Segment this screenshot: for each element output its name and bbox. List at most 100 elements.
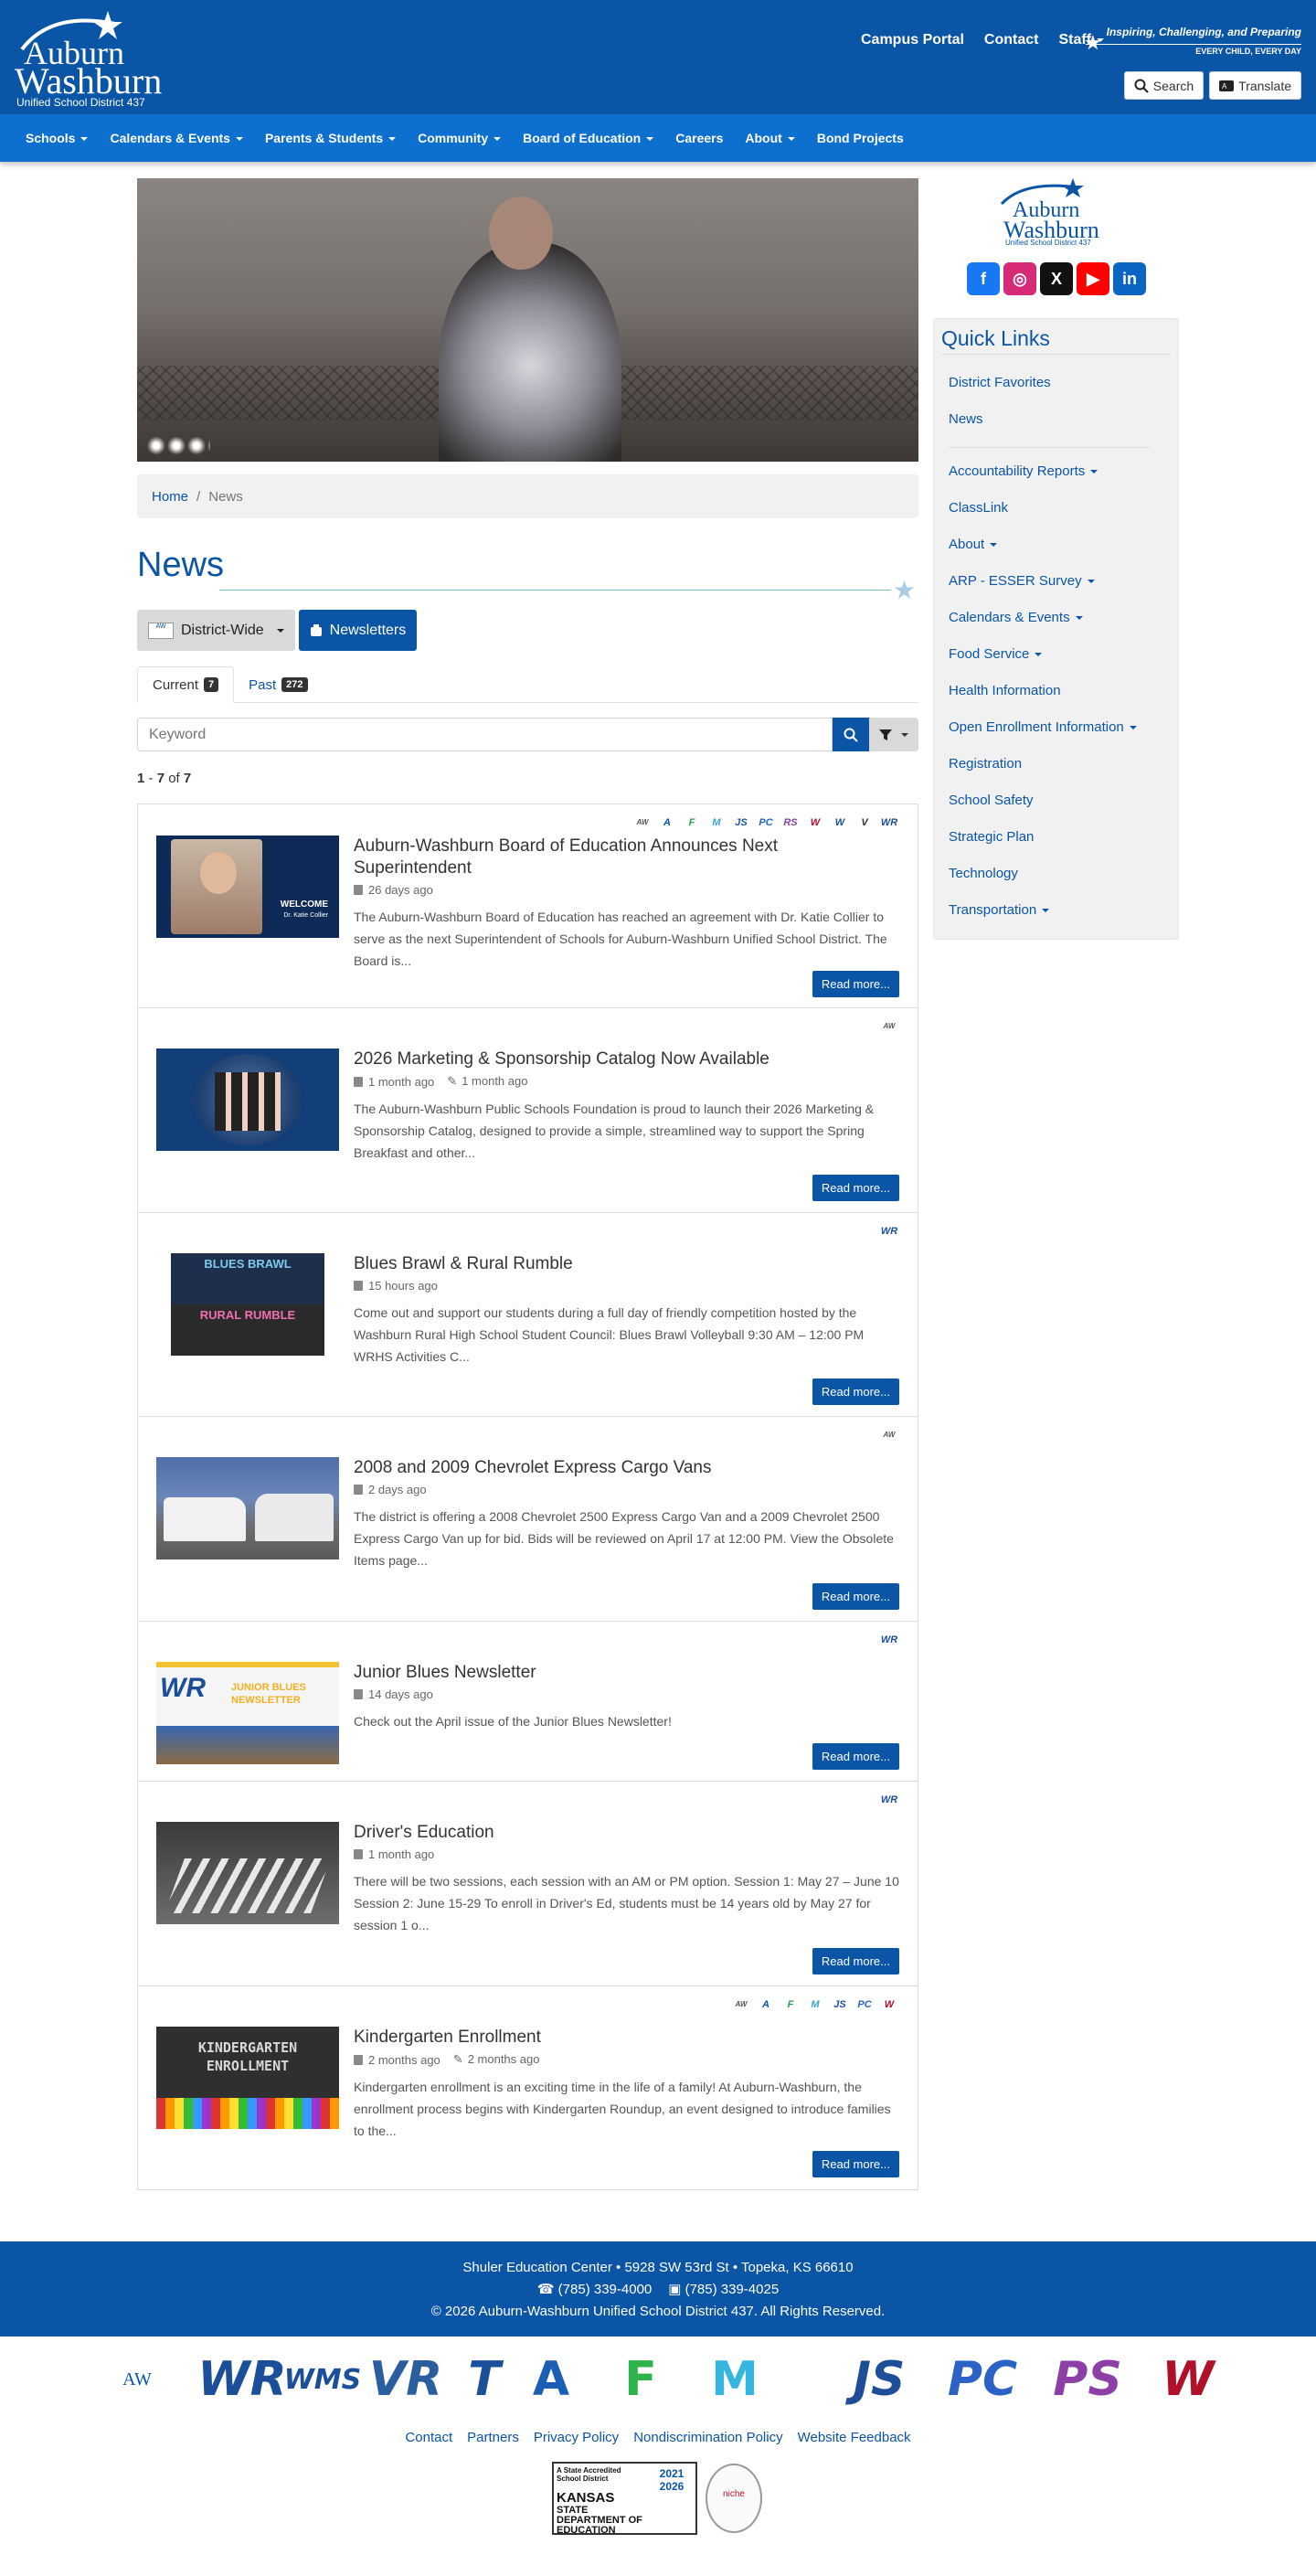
search-button[interactable]: Search [1123, 71, 1205, 100]
read-more-button[interactable]: Read more... [812, 1583, 899, 1610]
translate-button[interactable]: A Translate [1209, 71, 1301, 100]
instagram-icon[interactable]: ◎ [1003, 262, 1036, 295]
sidebar-item-news[interactable]: News [949, 411, 983, 427]
calendar-icon [354, 1076, 363, 1087]
wms-logo-icon[interactable]: WMS [284, 2349, 362, 2410]
news-title[interactable]: Kindergarten Enrollment [354, 2027, 899, 2049]
news-date-text: 2 months ago [368, 2052, 440, 2067]
nav-item-schools[interactable]: Schools [26, 131, 89, 145]
news-thumbnail[interactable]: KINDERGARTEN ENROLLMENT [156, 2027, 339, 2129]
news-item: WR BLUES BRAWL RURAL RUMBLE Blues Brawl … [138, 1213, 918, 1417]
news-title[interactable]: 2008 and 2009 Chevrolet Express Cargo Va… [354, 1457, 899, 1479]
sidebar-item-calendars[interactable]: Calendars & Events [949, 610, 1083, 625]
news-thumbnail[interactable] [156, 1457, 339, 1559]
read-more-button[interactable]: Read more... [812, 1378, 899, 1405]
campus-portal-link[interactable]: Campus Portal [861, 32, 964, 48]
search-icon [844, 728, 858, 742]
hero-image [137, 178, 918, 462]
accred-years: 2021 2026 [659, 2467, 685, 2493]
news-date-text: 14 days ago [368, 1687, 433, 1701]
facebook-icon[interactable]: f [967, 262, 1000, 295]
keyword-search-button[interactable] [833, 718, 869, 751]
read-more-button[interactable]: Read more... [812, 2151, 899, 2177]
indian-hills-logo-icon[interactable]: M [698, 2349, 771, 2410]
news-thumbnail[interactable]: BLUES BRAWL RURAL RUMBLE [156, 1253, 339, 1356]
footer-link-contact[interactable]: Contact [405, 2430, 452, 2445]
sidebar-item-transportation[interactable]: Transportation [949, 902, 1050, 918]
nav-item-parents-students[interactable]: Parents & Students [265, 131, 397, 145]
footer-link-partners[interactable]: Partners [467, 2430, 519, 2445]
read-more-button[interactable]: Read more... [812, 971, 899, 997]
crosswalk [164, 1858, 331, 1913]
news-title[interactable]: Auburn-Washburn Board of Education Annou… [354, 836, 899, 879]
news-thumbnail[interactable] [156, 1048, 339, 1151]
nav-item-careers[interactable]: Careers [675, 131, 723, 145]
pauline-south-logo-icon[interactable]: PS [1038, 2349, 1137, 2410]
news-thumbnail[interactable]: WELCOME Dr. Katie Collier [156, 836, 339, 938]
sidebar-item-classlink[interactable]: ClassLink [949, 500, 1008, 516]
footer-copyright: © 2026 Auburn-Washburn Unified School Di… [430, 2304, 886, 2319]
tab-past-count: 272 [281, 677, 308, 692]
sidebar-item-health[interactable]: Health Information [949, 683, 1061, 698]
tab-current-count: 7 [204, 677, 219, 692]
filter-button[interactable] [869, 718, 918, 751]
washburn-rural-logo-icon[interactable]: WR [197, 2349, 287, 2410]
tab-current[interactable]: Current 7 [137, 666, 235, 703]
newsletters-button[interactable]: Newsletters [298, 610, 418, 651]
sidebar-item-arp-esser[interactable]: ARP - ESSER Survey [949, 573, 1095, 589]
read-more-button[interactable]: Read more... [812, 1948, 899, 1975]
nav-item-bond-projects[interactable]: Bond Projects [817, 131, 904, 145]
school-t-logo-icon[interactable]: T [457, 2349, 512, 2410]
nav-item-community[interactable]: Community [418, 131, 502, 145]
news-date-text: 2 days ago [368, 1483, 427, 1496]
news-title[interactable]: Junior Blues Newsletter [354, 1662, 899, 1684]
sidebar-logo-sub: Unified School District 437 [1005, 239, 1091, 247]
sidebar-item-food-service[interactable]: Food Service [949, 646, 1043, 662]
news-thumbnail[interactable]: WR JUNIOR BLUES NEWSLETTER [156, 1662, 339, 1764]
keyword-input[interactable] [137, 718, 833, 751]
footer-phone[interactable]: ☎ (785) 339-4000 [537, 2279, 652, 2301]
tab-past[interactable]: Past 272 [234, 666, 322, 703]
youtube-icon[interactable]: ▶ [1077, 262, 1109, 295]
sidebar-item-about[interactable]: About [949, 537, 998, 552]
calendar-icon [354, 1849, 363, 1859]
news-title[interactable]: Blues Brawl & Rural Rumble [354, 1253, 899, 1275]
footer-link-feedback[interactable]: Website Feedback [798, 2430, 911, 2445]
nav-item-calendars[interactable]: Calendars & Events [110, 131, 243, 145]
nav-item-board[interactable]: Board of Education [523, 131, 654, 145]
wanamaker-logo-icon[interactable]: W [1146, 2349, 1230, 2410]
footer-link-privacy[interactable]: Privacy Policy [534, 2430, 619, 2445]
news-date: 1 month ago [354, 1075, 434, 1089]
sidebar-item-registration[interactable]: Registration [949, 756, 1022, 772]
pauline-central-logo-icon[interactable]: PC [934, 2349, 1031, 2410]
footer-link-nondiscrimination[interactable]: Nondiscrimination Policy [633, 2430, 782, 2445]
sidebar-logo[interactable]: Auburn Washburn Unified School District … [996, 178, 1115, 251]
read-more-button[interactable]: Read more... [812, 1743, 899, 1770]
sidebar-item-district-favorites[interactable]: District Favorites [949, 375, 1051, 390]
news-title[interactable]: Driver's Education [354, 1822, 899, 1844]
sidebar-item-technology[interactable]: Technology [949, 866, 1018, 881]
sidebar-item-school-safety[interactable]: School Safety [949, 793, 1034, 808]
news-thumbnail[interactable] [156, 1822, 339, 1924]
contact-link[interactable]: Contact [984, 32, 1039, 48]
sidebar-item-strategic-plan[interactable]: Strategic Plan [949, 829, 1034, 845]
jay-shideler-logo-icon[interactable]: JS [833, 2349, 925, 2410]
wr-north-logo-icon[interactable]: VR [360, 2349, 451, 2410]
district-mini-logo-icon: AW [148, 622, 174, 639]
sidebar-item-accountability[interactable]: Accountability Reports [949, 463, 1098, 479]
district-logo-icon[interactable]: AW [86, 2349, 188, 2410]
nav-item-about[interactable]: About [745, 131, 795, 145]
linkedin-icon[interactable]: in [1113, 262, 1146, 295]
translate-button-label: Translate [1238, 78, 1291, 93]
sidebar-item-open-enrollment[interactable]: Open Enrollment Information [949, 719, 1137, 735]
x-icon[interactable]: X [1040, 262, 1073, 295]
breadcrumb-home[interactable]: Home [152, 489, 188, 505]
niche-text: niche [723, 2489, 745, 2499]
chevron-down-icon [388, 137, 397, 142]
read-more-button[interactable]: Read more... [812, 1175, 899, 1201]
auburn-logo-icon[interactable]: A [519, 2349, 583, 2410]
farley-logo-icon[interactable]: F [590, 2349, 691, 2410]
district-logo[interactable]: Auburn Washburn Unified School District … [15, 11, 175, 109]
news-title[interactable]: 2026 Marketing & Sponsorship Catalog Now… [354, 1048, 899, 1070]
district-wide-dropdown[interactable]: AW District-Wide [137, 610, 295, 651]
